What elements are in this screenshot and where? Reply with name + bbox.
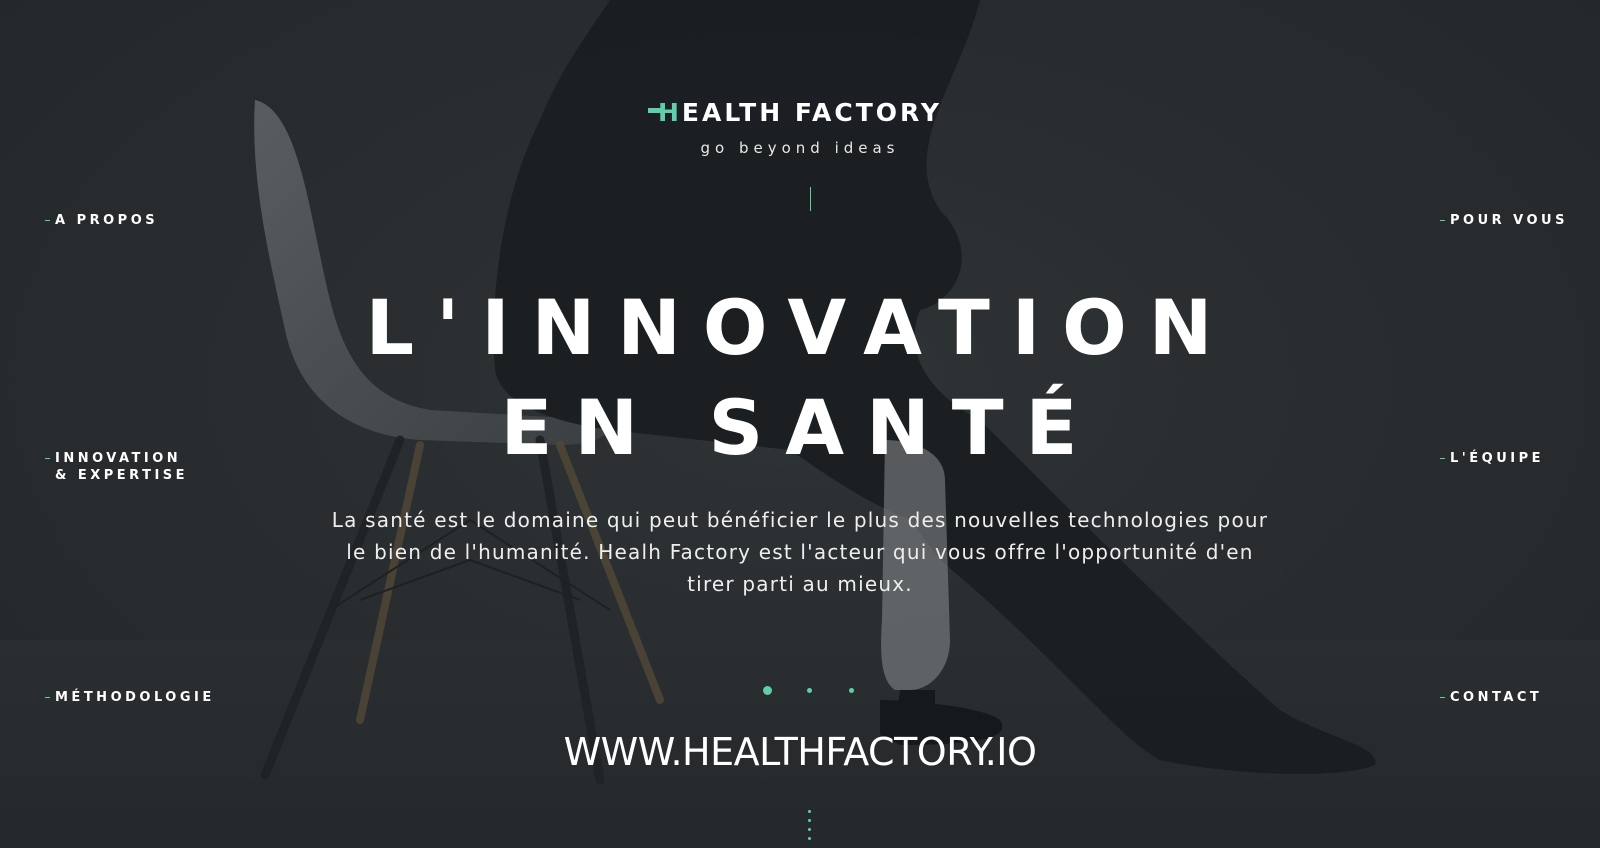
dash-icon xyxy=(45,220,50,221)
hero-description: La santé est le domaine qui peut bénéfic… xyxy=(331,508,1269,596)
tagline: go beyond ideas xyxy=(700,139,900,157)
logo-wordmark: HEALTH FACTORY xyxy=(658,100,942,125)
nav-item-a-propos[interactable]: A PROPOS xyxy=(45,212,159,229)
logo-name: EALTH FACTORY xyxy=(681,98,943,127)
headline-line-1: L'INNOVATION xyxy=(365,283,1235,372)
website-url[interactable]: WWW.HEALTHFACTORY.IO xyxy=(0,730,1600,774)
hero-section: HEALTH FACTORY go beyond ideas A PROPOS … xyxy=(0,0,1600,848)
hero-headline: L'INNOVATION EN SANTÉ xyxy=(0,278,1600,478)
dash-icon xyxy=(1440,220,1445,221)
carousel-dots xyxy=(0,686,1600,698)
nav-item-label: POUR VOUS xyxy=(1450,213,1568,228)
scroll-down-dots-icon[interactable] xyxy=(808,810,811,848)
carousel-dot-2[interactable] xyxy=(807,688,812,693)
nav-item-label: A PROPOS xyxy=(55,213,159,228)
headline-line-2: EN SANTÉ xyxy=(500,383,1100,472)
nav-item-pour-vous[interactable]: POUR VOUS xyxy=(1440,212,1568,229)
carousel-dot-1[interactable] xyxy=(763,686,772,695)
carousel-dot-3[interactable] xyxy=(849,688,854,693)
logo[interactable]: HEALTH FACTORY go beyond ideas xyxy=(0,100,1600,157)
cross-h-icon: H xyxy=(657,98,682,127)
divider-line xyxy=(810,187,811,211)
